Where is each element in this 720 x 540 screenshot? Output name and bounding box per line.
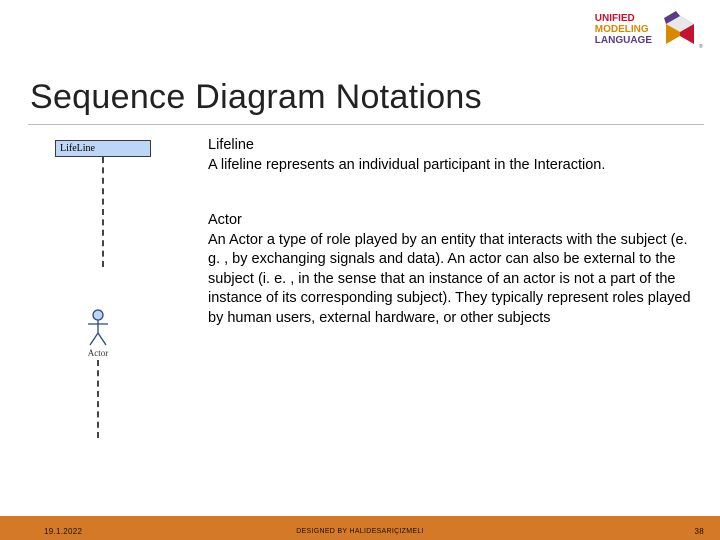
- uml-cube-icon: ®: [658, 6, 704, 52]
- uml-logo: UNIFIED MODELING LANGUAGE ®: [595, 6, 704, 52]
- content-area: LifeLine Actor Lifeline A lifeline repre…: [28, 136, 694, 438]
- lifeline-heading: Lifeline: [208, 136, 694, 156]
- actor-section: Actor An Actor a type of role played by …: [208, 211, 694, 328]
- actor-label: Actor: [88, 348, 109, 358]
- footer-designed-by: DESIGNED BY HALIDESARIÇIZMELI: [296, 528, 424, 535]
- actor-stickman-icon: [86, 309, 110, 347]
- footer-bar: 19.1.2022 DESIGNED BY HALIDESARIÇIZMELI …: [0, 516, 720, 540]
- illustrations-column: LifeLine Actor: [28, 136, 178, 438]
- uml-logo-line3: LANGUAGE: [595, 35, 652, 46]
- uml-logo-line1: UNIFIED: [595, 13, 652, 24]
- footer-page-number: 38: [695, 527, 705, 536]
- actor-illustration: Actor: [68, 309, 128, 438]
- text-column: Lifeline A lifeline represents an indivi…: [208, 136, 694, 438]
- actor-dashed-line: [97, 360, 99, 438]
- uml-logo-text: UNIFIED MODELING LANGUAGE: [595, 13, 652, 46]
- lifeline-body: A lifeline represents an individual part…: [208, 156, 694, 176]
- lifeline-dashed-line: [102, 157, 104, 267]
- footer-date: 19.1.2022: [44, 527, 82, 536]
- page-title: Sequence Diagram Notations: [30, 78, 482, 117]
- lifeline-section: Lifeline A lifeline represents an indivi…: [208, 136, 694, 175]
- title-underline: [28, 124, 704, 125]
- svg-text:®: ®: [699, 43, 703, 50]
- uml-logo-line2: MODELING: [595, 24, 652, 35]
- actor-heading: Actor: [208, 211, 694, 231]
- lifeline-box-label: LifeLine: [55, 140, 151, 157]
- slide: UNIFIED MODELING LANGUAGE ® Sequence Dia…: [0, 0, 720, 540]
- lifeline-illustration: LifeLine: [48, 140, 158, 267]
- actor-body: An Actor a type of role played by an ent…: [208, 231, 694, 329]
